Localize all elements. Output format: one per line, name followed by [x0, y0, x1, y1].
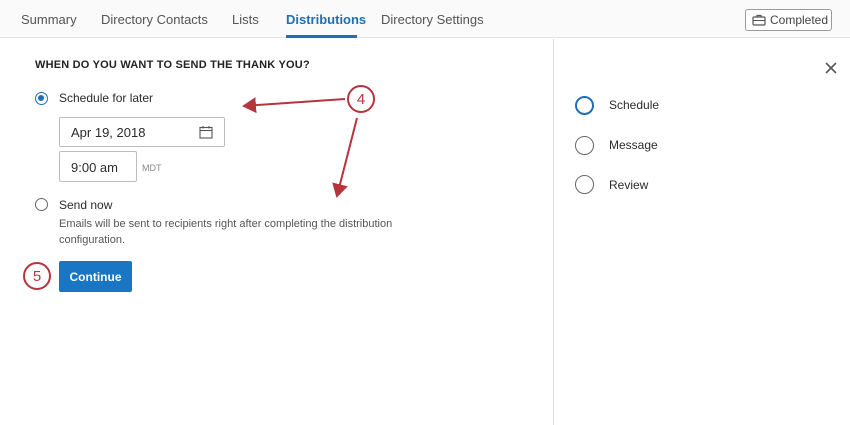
tab-distributions[interactable]: Distributions — [286, 12, 366, 28]
annotation-badge-5: 5 — [23, 262, 51, 290]
time-value: 9:00 am — [71, 160, 118, 175]
step-label-message[interactable]: Message — [609, 138, 658, 152]
completed-status-button[interactable]: Completed — [745, 9, 832, 31]
completed-label: Completed — [770, 13, 829, 27]
step-indicator-review — [575, 175, 594, 194]
step-label-schedule[interactable]: Schedule — [609, 98, 659, 112]
step-indicator-schedule — [575, 96, 594, 115]
date-input[interactable]: Apr 19, 2018 — [59, 117, 225, 147]
step-label-review[interactable]: Review — [609, 178, 648, 192]
tab-summary[interactable]: Summary — [21, 12, 77, 28]
briefcase-icon — [752, 14, 766, 26]
annotation-badge-4: 4 — [347, 85, 375, 113]
date-value: Apr 19, 2018 — [71, 125, 146, 140]
continue-button[interactable]: Continue — [59, 261, 132, 292]
active-tab-indicator — [286, 35, 357, 38]
close-icon[interactable] — [823, 60, 839, 76]
send-now-hint: Emails will be sent to recipients right … — [59, 218, 393, 246]
send-now-label[interactable]: Send now — [59, 198, 112, 212]
schedule-later-radio[interactable] — [35, 92, 48, 105]
send-now-radio[interactable] — [35, 198, 48, 211]
time-input[interactable]: 9:00 am — [59, 151, 137, 182]
tab-directory-settings[interactable]: Directory Settings — [381, 12, 484, 28]
calendar-icon[interactable] — [199, 125, 213, 139]
section-title: WHEN DO YOU WANT TO SEND THE THANK YOU? — [35, 59, 310, 71]
step-indicator-message — [575, 136, 594, 155]
tab-lists[interactable]: Lists — [232, 12, 259, 28]
schedule-later-label[interactable]: Schedule for later — [59, 91, 153, 105]
timezone-label: MDT — [142, 163, 162, 173]
tab-directory-contacts[interactable]: Directory Contacts — [101, 12, 208, 28]
panel-divider — [553, 39, 554, 425]
top-navigation: Summary Directory Contacts Lists Distrib… — [0, 0, 850, 38]
